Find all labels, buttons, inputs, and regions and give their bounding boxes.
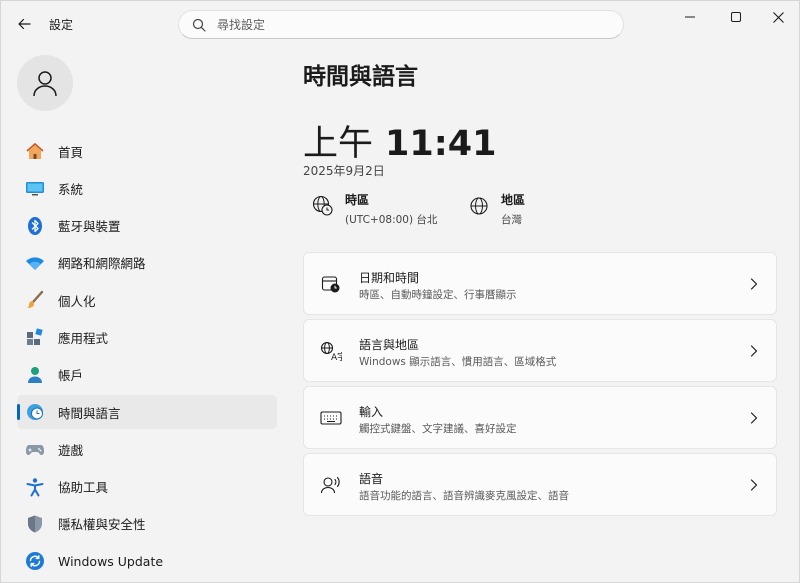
region-title: 地區 (501, 193, 526, 207)
card-subtitle: 時區、自動時鐘設定、行事曆顯示 (359, 289, 517, 301)
close-button[interactable] (755, 1, 800, 33)
display-icon (25, 178, 45, 198)
sidebar-item-label: 帳戶 (58, 368, 84, 384)
svg-text:A字: A字 (331, 351, 342, 361)
keyboard-icon (320, 407, 342, 429)
person-icon (33, 71, 57, 97)
card-speech[interactable]: 語音 語音功能的語言、語音辨識麥克風設定、語音 (303, 453, 777, 516)
apps-icon (25, 327, 45, 347)
gamepad-icon (25, 439, 45, 459)
wifi-icon (25, 253, 45, 273)
maximize-button[interactable] (713, 1, 759, 33)
search-box[interactable] (178, 10, 624, 39)
sidebar-item-apps[interactable]: 應用程式 (17, 320, 277, 354)
timezone-value: (UTC+08:00) 台北 (345, 214, 438, 226)
chevron-right-icon (748, 411, 760, 425)
sidebar-item-network[interactable]: 網路和網際網路 (17, 246, 277, 280)
language-icon: A字 (320, 340, 342, 362)
minimize-button[interactable] (667, 1, 713, 33)
close-icon (772, 11, 784, 23)
sidebar-item-label: 遊戲 (58, 442, 84, 458)
card-title: 語音 (359, 472, 384, 486)
region-info: 地區 台灣 (467, 191, 525, 227)
timezone-info: 時區 (UTC+08:00) 台北 (311, 191, 437, 227)
sidebar-item-privacy[interactable]: 隱私權與安全性 (17, 507, 277, 541)
sidebar-item-accounts[interactable]: 帳戶 (17, 358, 277, 392)
globe-clock-icon (311, 194, 335, 218)
card-language-region[interactable]: A字 語言與地區 Windows 顯示語言、慣用語言、區域格式 (303, 319, 777, 382)
chevron-right-icon (748, 344, 760, 358)
clock-globe-icon (25, 402, 45, 422)
avatar[interactable] (17, 55, 73, 111)
minimize-icon (685, 16, 695, 18)
sidebar-item-label: 個人化 (58, 293, 96, 309)
sidebar-nav: 首頁 系統 藍牙與裝置 網路和網際網路 個人化 應用程式 帳戶 時間與語言 遊戲… (17, 134, 277, 582)
accessibility-icon (25, 477, 45, 497)
sidebar-item-time-language[interactable]: 時間與語言 (17, 395, 277, 430)
search-icon (191, 17, 207, 33)
sidebar-item-label: Windows Update (58, 553, 164, 569)
card-subtitle: 觸控式鍵盤、文字建議、喜好設定 (359, 423, 517, 435)
search-input[interactable] (217, 17, 597, 32)
card-date-time[interactable]: 日期和時間 時區、自動時鐘設定、行事曆顯示 (303, 252, 777, 315)
sidebar-item-accessibility[interactable]: 協助工具 (17, 470, 277, 504)
settings-window: 設定 首頁 系統 (0, 0, 800, 583)
chevron-right-icon (748, 478, 760, 492)
current-time: 上午 11:41 (303, 115, 496, 166)
card-title: 輸入 (359, 405, 384, 419)
time-period: 上午 (303, 124, 374, 164)
shield-icon (25, 514, 45, 534)
speech-icon (320, 474, 342, 496)
app-title: 設定 (49, 18, 74, 32)
sidebar-item-home[interactable]: 首頁 (17, 134, 277, 168)
card-typing[interactable]: 輸入 觸控式鍵盤、文字建議、喜好設定 (303, 386, 777, 449)
title-bar: 設定 (1, 1, 800, 47)
sidebar-item-label: 系統 (58, 181, 84, 197)
sidebar-item-gaming[interactable]: 遊戲 (17, 432, 277, 466)
sidebar-item-label: 應用程式 (58, 330, 109, 346)
time-value: 11:41 (385, 124, 497, 164)
person-icon (25, 365, 45, 385)
arrow-left-icon (18, 18, 31, 30)
sidebar-item-label: 協助工具 (58, 480, 109, 496)
brush-icon (25, 290, 45, 310)
bluetooth-icon (25, 216, 45, 236)
windows-update-icon (25, 551, 45, 571)
region-value: 台灣 (501, 214, 522, 226)
maximize-icon (731, 12, 741, 22)
sidebar-item-label: 首頁 (58, 144, 84, 160)
card-title: 語言與地區 (359, 338, 420, 352)
sidebar-item-bluetooth[interactable]: 藍牙與裝置 (17, 209, 277, 243)
calendar-clock-icon (320, 273, 342, 295)
card-title: 日期和時間 (359, 271, 420, 285)
sidebar-item-system[interactable]: 系統 (17, 171, 277, 205)
card-subtitle: 語音功能的語言、語音辨識麥克風設定、語音 (359, 490, 569, 502)
home-icon (25, 141, 45, 161)
globe-icon (467, 194, 491, 218)
timezone-title: 時區 (345, 193, 370, 207)
sidebar-item-label: 隱私權與安全性 (58, 517, 146, 533)
sidebar-item-label: 時間與語言 (58, 405, 121, 421)
sidebar-item-label: 網路和網際網路 (58, 256, 146, 272)
back-button[interactable] (11, 11, 37, 37)
sidebar-item-windows-update[interactable]: Windows Update (17, 544, 277, 578)
sidebar-item-label: 藍牙與裝置 (58, 219, 121, 235)
current-date: 2025年9月2日 (303, 164, 385, 178)
card-subtitle: Windows 顯示語言、慣用語言、區域格式 (359, 356, 557, 368)
chevron-right-icon (748, 277, 760, 291)
sidebar-item-personalization[interactable]: 個人化 (17, 283, 277, 317)
page-title: 時間與語言 (303, 64, 418, 90)
